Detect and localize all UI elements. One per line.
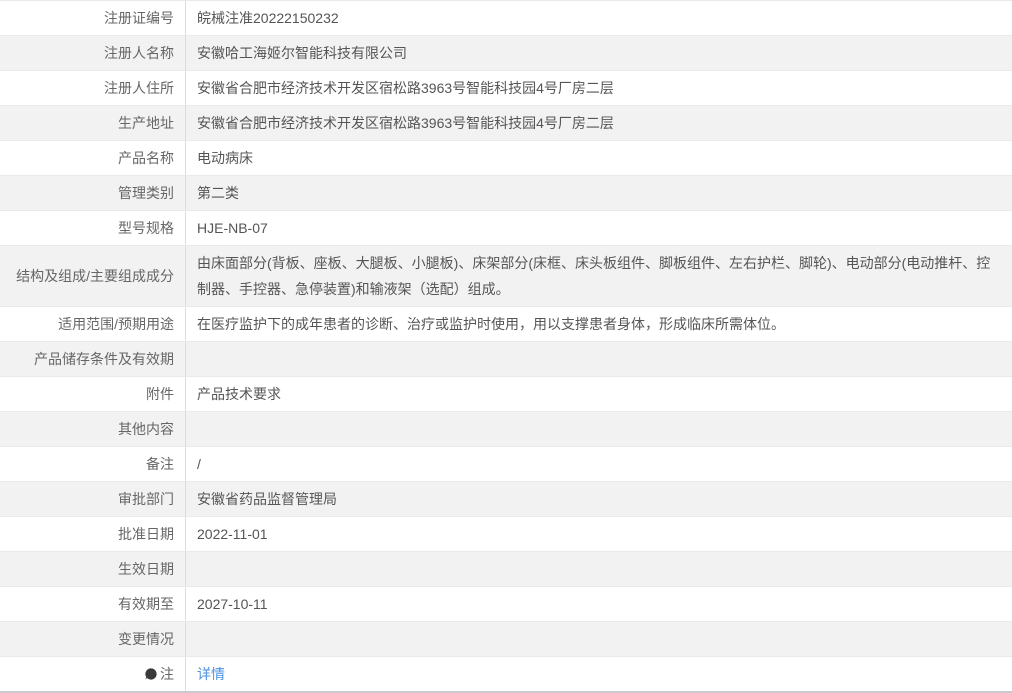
table-row: 产品名称 电动病床 xyxy=(0,141,1012,176)
table-row: 其他内容 xyxy=(0,412,1012,447)
row-value xyxy=(186,342,1012,376)
row-label: 管理类别 xyxy=(0,176,186,210)
row-value: 第二类 xyxy=(197,185,239,201)
table-row: 注册证编号 皖械注准20222150232 xyxy=(0,1,1012,36)
table-row: 生产地址 安徽省合肥市经济技术开发区宿松路3963号智能科技园4号厂房二层 xyxy=(0,106,1012,141)
table-row: 注册人名称 安徽哈工海姬尔智能科技有限公司 xyxy=(0,36,1012,71)
row-value: / xyxy=(197,456,201,472)
table-row: 批准日期 2022-11-01 xyxy=(0,517,1012,552)
row-label: 有效期至 xyxy=(0,587,186,621)
table-row: 注 详情 xyxy=(0,657,1012,691)
row-label: 注册证编号 xyxy=(0,1,186,35)
row-value: 产品技术要求 xyxy=(197,386,281,402)
row-label: 型号规格 xyxy=(0,211,186,245)
row-value xyxy=(186,412,1012,446)
row-value: 安徽省药品监督管理局 xyxy=(197,491,337,507)
row-label: 生效日期 xyxy=(0,552,186,586)
row-value: 2027-10-11 xyxy=(197,596,268,612)
row-label: 注册人名称 xyxy=(0,36,186,70)
table-row: 备注 / xyxy=(0,447,1012,482)
row-value: 安徽哈工海姬尔智能科技有限公司 xyxy=(197,45,407,61)
table-row: 型号规格 HJE-NB-07 xyxy=(0,211,1012,246)
note-row-label: 注 xyxy=(0,657,186,691)
table-row: 审批部门 安徽省药品监督管理局 xyxy=(0,482,1012,517)
row-value xyxy=(186,552,1012,586)
row-value: 电动病床 xyxy=(197,150,253,166)
row-label: 审批部门 xyxy=(0,482,186,516)
row-label: 产品储存条件及有效期 xyxy=(0,342,186,376)
table-row: 有效期至 2027-10-11 xyxy=(0,587,1012,622)
row-label: 生产地址 xyxy=(0,106,186,140)
row-value: HJE-NB-07 xyxy=(197,220,268,236)
row-value: 在医疗监护下的成年患者的诊断、治疗或监护时使用，用以支撑患者身体，形成临床所需体… xyxy=(197,316,785,332)
row-value: 皖械注准20222150232 xyxy=(197,10,339,26)
row-value: 安徽省合肥市经济技术开发区宿松路3963号智能科技园4号厂房二层 xyxy=(197,80,614,96)
table-row: 适用范围/预期用途 在医疗监护下的成年患者的诊断、治疗或监护时使用，用以支撑患者… xyxy=(0,307,1012,342)
row-value: 详情 xyxy=(186,657,1012,691)
row-value xyxy=(186,622,1012,656)
table-row: 管理类别 第二类 xyxy=(0,176,1012,211)
row-label: 批准日期 xyxy=(0,517,186,551)
details-link[interactable]: 详情 xyxy=(197,661,225,687)
row-label: 注 xyxy=(160,666,174,682)
table-row: 变更情况 xyxy=(0,622,1012,657)
table-row: 注册人住所 安徽省合肥市经济技术开发区宿松路3963号智能科技园4号厂房二层 xyxy=(0,71,1012,106)
row-label: 注册人住所 xyxy=(0,71,186,105)
row-value: 2022-11-01 xyxy=(197,526,268,542)
row-value: 安徽省合肥市经济技术开发区宿松路3963号智能科技园4号厂房二层 xyxy=(197,115,614,131)
row-label: 结构及组成/主要组成成分 xyxy=(0,246,186,306)
speech-bubble-icon xyxy=(145,668,157,680)
table-row: 结构及组成/主要组成成分 由床面部分(背板、座板、大腿板、小腿板)、床架部分(床… xyxy=(0,246,1012,307)
row-label: 备注 xyxy=(0,447,186,481)
table-row: 生效日期 xyxy=(0,552,1012,587)
row-label: 附件 xyxy=(0,377,186,411)
row-label: 产品名称 xyxy=(0,141,186,175)
row-label: 变更情况 xyxy=(0,622,186,656)
table-row: 附件 产品技术要求 xyxy=(0,377,1012,412)
registration-detail-table: 注册证编号 皖械注准20222150232 注册人名称 安徽哈工海姬尔智能科技有… xyxy=(0,0,1012,693)
table-row: 产品储存条件及有效期 xyxy=(0,342,1012,377)
row-label: 其他内容 xyxy=(0,412,186,446)
row-value: 由床面部分(背板、座板、大腿板、小腿板)、床架部分(床框、床头板组件、脚板组件、… xyxy=(197,255,991,297)
row-label: 适用范围/预期用途 xyxy=(0,307,186,341)
